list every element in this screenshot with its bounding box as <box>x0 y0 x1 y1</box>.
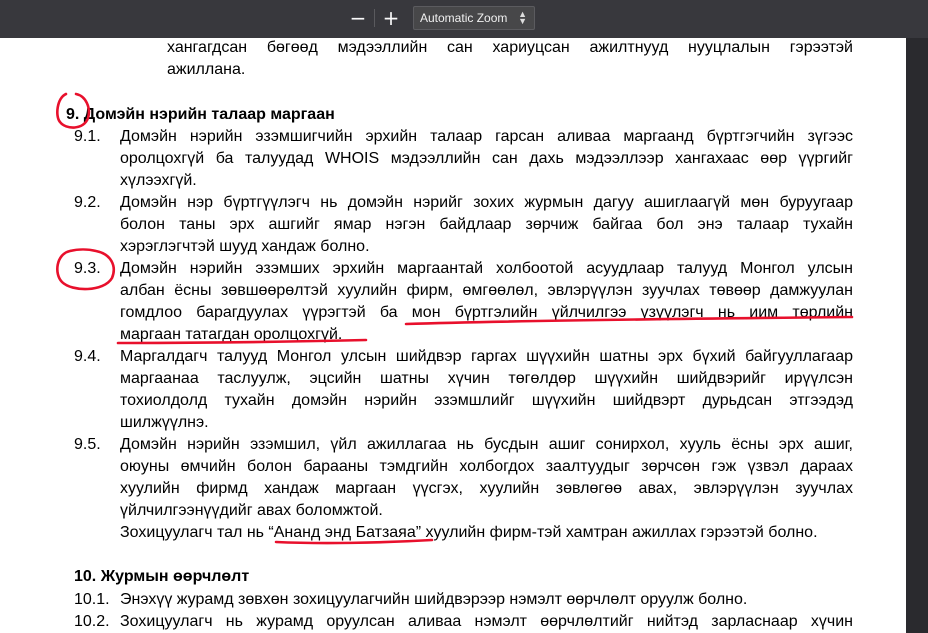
item-10-1-number: 10.1. <box>74 591 110 608</box>
zoom-select[interactable]: Automatic Zoom ▲ ▼ <box>413 6 535 30</box>
item-10-1-line: Энэхүү журамд зөвхөн зохицуулагчийн шийд… <box>120 591 748 608</box>
item-9-4-line: Маргалдагч талууд Монгол улсын шийдвэр г… <box>120 348 853 365</box>
item-10-2-number: 10.2. <box>74 613 110 630</box>
item-9-1-line: Домэйн нэрийн эзэмшигчийн эрхийн талаар … <box>120 128 853 145</box>
section-10-heading: 10. Журмын өөрчлөлт <box>74 566 249 588</box>
zoom-in-button[interactable]: + <box>375 5 407 31</box>
item-9-3-number: 9.3. <box>74 260 101 277</box>
item-10-2-line: Зохицуулагч нь журамд оруулсан аливаа нэ… <box>120 613 853 630</box>
pdf-viewer-toolbar: − + Automatic Zoom ▲ ▼ <box>0 0 928 38</box>
item-9-3-line: Домэйн нэрийн эзэмших эрхийн маргаантай … <box>120 260 853 277</box>
item-9-4-line: шилжүүлнэ. <box>120 414 209 431</box>
section-10-title: Журмын өөрчлөлт <box>100 568 250 585</box>
item-9-5-line: Домэйн нэрийн эзэмшил, үйл ажиллагаа нь … <box>120 436 853 453</box>
section-10-number: 10. <box>74 568 97 585</box>
item-9-1-number: 9.1. <box>74 128 101 145</box>
section-9-number: 9. <box>66 106 80 123</box>
document-page: хангагдсан бөгөөд мэдээллийн сан хариуцс… <box>0 38 906 633</box>
item-9-5-line: үйлчилгээнүүдийг авах боломжтой. <box>120 502 383 519</box>
item-9-5-line: оюуны өмчийн болон барааны тэмдгийн холб… <box>120 458 853 475</box>
section-9-title: Домэйн нэрийн талаар маргаан <box>83 106 335 123</box>
prev-line-2: ажиллана. <box>167 61 246 78</box>
item-9-4-number: 9.4. <box>74 348 101 365</box>
item-9-5-number: 9.5. <box>74 436 101 453</box>
item-9-3-line: гомдлоо барагдуулах үүрэгтэй ба мон бүрт… <box>120 304 853 321</box>
item-9-5-line: хуулийн фирмд хандаж маргаан үүсгэх, хуу… <box>120 480 853 497</box>
prev-line-1: хангагдсан бөгөөд мэдээллийн сан хариуцс… <box>167 39 853 56</box>
item-9-2-line: Домэйн нэр бүртгүүлэгч нь домэйн нэрийг … <box>120 194 853 211</box>
item-9-2-number: 9.2. <box>74 194 101 211</box>
section-9-closing-line: Зохицуулагч тал нь “Ананд энд Батзаяа” х… <box>120 524 818 541</box>
zoom-out-button[interactable]: − <box>342 5 374 31</box>
scrollbar-track[interactable] <box>906 38 928 633</box>
zoom-controls: − + Automatic Zoom ▲ ▼ <box>342 5 535 31</box>
item-9-2-line: хэрэглэгчтэй шууд хандаж болно. <box>120 238 370 255</box>
zoom-level-value: Automatic Zoom <box>420 11 508 25</box>
item-9-4-line: тохиолдолд тухайн домэйн нэрийн эзэмшлий… <box>120 392 853 409</box>
item-9-4-line: маргаанаа таслуулж, эцсийн шатны хүчин т… <box>120 370 853 387</box>
item-9-1-line: оролцохгүй ба талуудад WHOIS мэдээллийн … <box>120 150 853 167</box>
item-9-1-line: хүлээхгүй. <box>120 172 197 189</box>
section-9-heading: 9. Домэйн нэрийн талаар маргаан <box>66 104 335 126</box>
item-9-2-line: болон таны эрх ашгийг ямар нэгэн байдлаа… <box>120 216 853 233</box>
item-9-3-line: албан ёсны зөвшөөрөлтэй хуулийн фирм, өм… <box>120 282 853 299</box>
item-9-3-line: маргаан татагдан оролцохгүй. <box>120 326 343 343</box>
chevron-updown-icon: ▲ ▼ <box>518 9 527 26</box>
